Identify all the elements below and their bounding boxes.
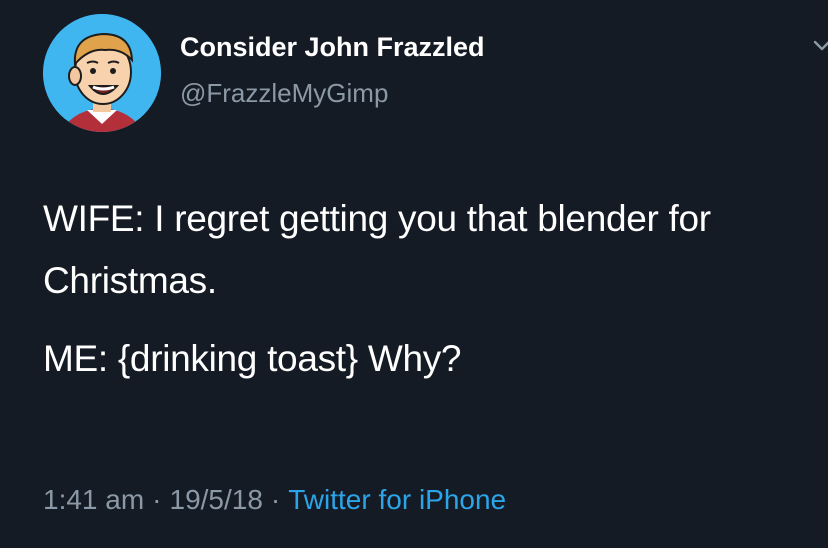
separator: · [270,484,281,515]
tweet-date[interactable]: 19/5/18 [170,484,263,515]
tweet-time[interactable]: 1:41 am [43,484,144,515]
separator: · [152,484,162,515]
display-name[interactable]: Consider John Frazzled [180,32,485,63]
tweet-paragraph: WIFE: I regret getting you that blender … [43,198,711,301]
tweet-source-link[interactable]: Twitter for iPhone [288,484,506,515]
avatar[interactable] [43,14,161,132]
tweet-card: Consider John Frazzled @FrazzleMyGimp WI… [0,0,828,548]
chevron-down-icon[interactable] [812,36,828,56]
tweet-text: WIFE: I regret getting you that blender … [43,188,813,406]
cartoon-face-icon [43,14,161,132]
tweet-meta: 1:41 am · 19/5/18 · Twitter for iPhone [43,484,506,516]
tweet-paragraph: ME: {drinking toast} Why? [43,338,462,379]
user-handle[interactable]: @FrazzleMyGimp [180,78,388,109]
